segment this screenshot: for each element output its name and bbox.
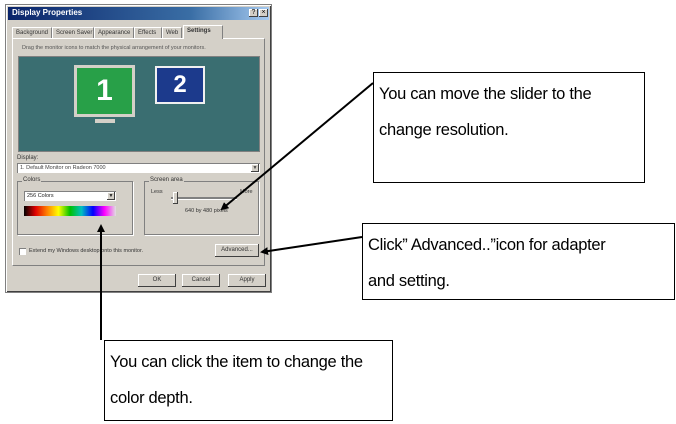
callout-arrows bbox=[97, 82, 374, 340]
tab-settings[interactable]: Settings bbox=[183, 25, 223, 39]
advanced-arrow bbox=[260, 236, 363, 256]
slider-arrow bbox=[220, 82, 374, 211]
